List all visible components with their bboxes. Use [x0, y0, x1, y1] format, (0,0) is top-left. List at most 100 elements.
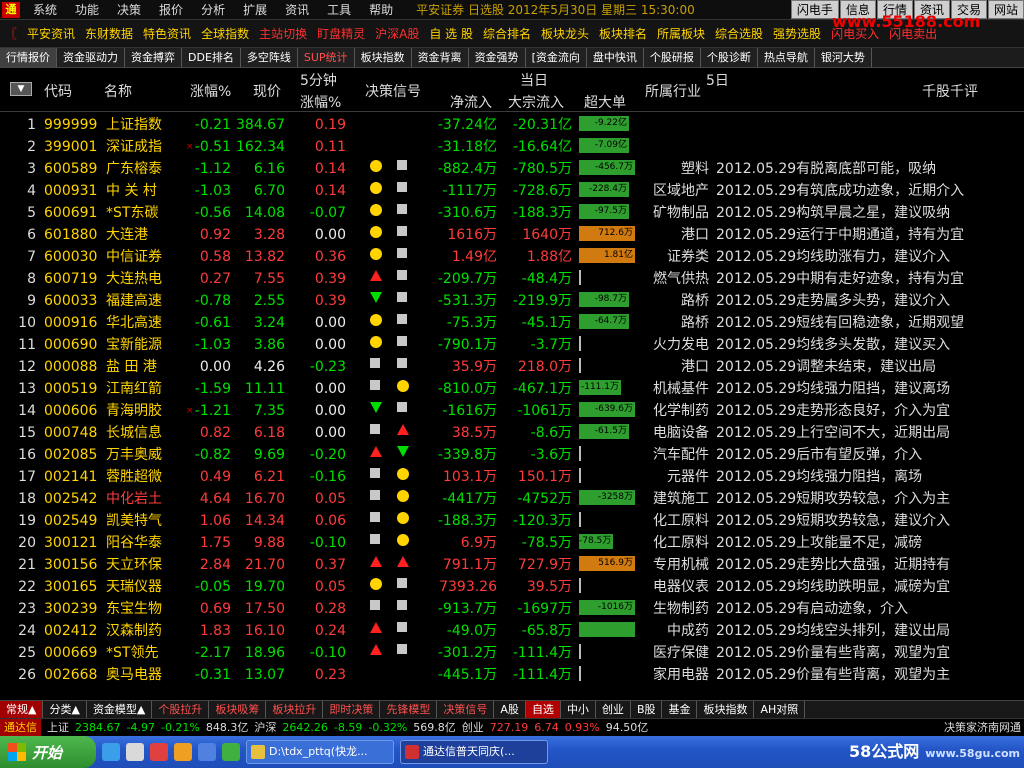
toolbar-item[interactable]: 自 选 股 [424, 20, 478, 47]
category-tab[interactable]: 自选 [525, 701, 561, 718]
toolbar-item[interactable]: 全球指数 [196, 20, 254, 47]
view-tab[interactable]: 多空阵线 [240, 48, 298, 67]
col-header-5min[interactable]: 5分钟 [300, 70, 337, 90]
col-header-net-inflow[interactable]: 净流入 [450, 92, 492, 112]
table-row[interactable]: 11 000690 宝新能源 -1.03 3.86 0.00 -790.1万 -3.7万 火力发… [0, 334, 1024, 356]
table-row[interactable]: 25 000669 *ST领先 -2.17 18.96 -0.10 -301.2万 -111.… [0, 642, 1024, 664]
table-row[interactable]: 20 300121 阳谷华泰 1.75 9.88 -0.10 6.9万 -78.5万 -78.5… [0, 532, 1024, 554]
category-tab[interactable]: 创业 [596, 701, 631, 718]
category-tab[interactable]: 分类▲ [43, 701, 87, 718]
col-header-comment[interactable]: 千股千评 [922, 81, 978, 101]
menu-item[interactable]: 帮助 [360, 0, 402, 20]
view-tab[interactable]: 个股诊断 [700, 48, 758, 67]
table-row[interactable]: 4 000931 中 关 村 -1.03 6.70 0.14 -1117万 -728.6万 -2… [0, 180, 1024, 202]
category-tab[interactable]: B股 [631, 701, 663, 718]
table-row[interactable]: 23 300239 东宝生物 0.69 17.50 0.28 -913.7万 -1697万 -1… [0, 598, 1024, 620]
table-row[interactable]: 3 600589 广东榕泰 -1.12 6.16 0.14 -882.4万 -780.5万 -4… [0, 158, 1024, 180]
view-tab[interactable]: 资金强势 [468, 48, 526, 67]
chart-icon[interactable] [198, 743, 216, 761]
menu-item[interactable]: 决策 [108, 0, 150, 20]
table-row[interactable]: 17 002141 蓉胜超微 0.49 6.21 -0.16 103.1万 150.1万 元器件… [0, 466, 1024, 488]
table-row[interactable]: 26 002668 奥马电器 -0.31 13.07 0.23 -445.1万 -111.4万… [0, 664, 1024, 686]
table-row[interactable]: 15 000748 长城信息 0.82 6.18 0.00 38.5万 -8.6万 -61.5万… [0, 422, 1024, 444]
table-row[interactable]: 10 000916 华北高速 -0.61 3.24 0.00 -75.3万 -45.1万 -64… [0, 312, 1024, 334]
menu-item[interactable]: 功能 [66, 0, 108, 20]
view-tab[interactable]: 个股研报 [643, 48, 701, 67]
toolbar-item[interactable]: 平安资讯 [22, 20, 80, 47]
col-header-change[interactable]: 涨幅% [190, 81, 231, 101]
toolbar-item[interactable]: 强势选股 [768, 20, 826, 47]
status-server[interactable]: 决策家济南网通 [941, 719, 1024, 736]
menu-item[interactable]: 系统 [24, 0, 66, 20]
category-tab[interactable]: 个股拉升 [152, 701, 210, 718]
col-header-bulk-inflow[interactable]: 大宗流入 [508, 92, 564, 112]
table-row[interactable]: 5 600691 *ST东碳 -0.56 14.08 -0.07 -310.6万 -188.3… [0, 202, 1024, 224]
taskbar-item-folder[interactable]: D:\tdx_pttq(快龙... [246, 740, 394, 764]
category-tab[interactable]: 板块指数 [697, 701, 755, 718]
table-row[interactable]: 9 600033 福建高速 -0.78 2.55 0.39 -531.3万 -219.9万 -9… [0, 290, 1024, 312]
table-row[interactable]: 19 002549 凯美特气 1.06 14.34 0.06 -188.3万 -120.3万 化… [0, 510, 1024, 532]
table-row[interactable]: 8 600719 大连热电 0.27 7.55 0.39 -209.7万 -48.4万 燃气供热… [0, 268, 1024, 290]
menu-item[interactable]: 资讯 [276, 0, 318, 20]
col-header-decision-signal[interactable]: 决策信号 [365, 81, 421, 101]
view-tab[interactable]: 热点导航 [757, 48, 815, 67]
view-tab[interactable]: 资金背离 [411, 48, 469, 67]
start-button[interactable]: 开始 [0, 736, 96, 768]
table-row[interactable]: 18 002542 中化岩土 4.64 16.70 0.05 -4417万 -4752万 -32… [0, 488, 1024, 510]
toolbar-item[interactable]: 特色资讯 [138, 20, 196, 47]
toolbar-item[interactable]: 东财数据 [80, 20, 138, 47]
menu-item[interactable]: 报价 [150, 0, 192, 20]
col-header-industry[interactable]: 所属行业 [645, 81, 701, 101]
toolbar-item[interactable]: 盯盘精灵 [312, 20, 370, 47]
table-row[interactable]: 24 002412 汉森制药 1.83 16.10 0.24 -49.0万 -65.8万 中成药… [0, 620, 1024, 642]
table-row[interactable]: 21 300156 天立环保 2.84 21.70 0.37 791.1万 727.9万 516… [0, 554, 1024, 576]
toolbar-item[interactable]: 综合排名 [478, 20, 536, 47]
menu-item[interactable]: 工具 [318, 0, 360, 20]
category-tab[interactable]: 基金 [662, 701, 698, 718]
table-row[interactable]: 12 000088 盐 田 港 0.00 4.26 -0.23 35.9万 218.0万 港口 2… [0, 356, 1024, 378]
category-tab[interactable]: 即时决策 [323, 701, 381, 718]
view-tab[interactable]: 银河大势 [814, 48, 872, 67]
tdx-icon[interactable] [174, 743, 192, 761]
toolbar-item[interactable]: 主站切换 [254, 20, 312, 47]
table-row[interactable]: 2 399001 深证成指 × -0.51 162.34 0.11 -31.18亿 -16.64… [0, 136, 1024, 158]
category-tab[interactable]: 资金模型▲ [87, 701, 153, 718]
table-row[interactable]: 13 000519 江南红箭 -1.59 11.11 0.00 -810.0万 -467.1万… [0, 378, 1024, 400]
menubar-button[interactable]: 网站 [987, 0, 1024, 19]
category-tab[interactable]: 中小 [561, 701, 596, 718]
category-tab[interactable]: 决策信号 [437, 701, 495, 718]
sort-dropdown-button[interactable]: ▼ [10, 82, 32, 96]
app-icon[interactable] [222, 743, 240, 761]
view-tab[interactable]: 盘中快讯 [586, 48, 644, 67]
taskbar-item-tdx[interactable]: 通达信普天同庆(... [400, 740, 548, 764]
ie-icon[interactable] [102, 743, 120, 761]
view-tab[interactable]: 资金搏弈 [125, 48, 182, 67]
view-tab[interactable]: 行情报价 [0, 48, 57, 67]
col-header-name[interactable]: 名称 [104, 81, 132, 101]
table-row[interactable]: 16 002085 万丰奥威 -0.82 9.69 -0.20 -339.8万 -3.6万 汽车… [0, 444, 1024, 466]
col-header-code[interactable]: 代码 [44, 81, 72, 101]
view-tab[interactable]: 资金驱动力 [57, 48, 125, 67]
toolbar-item[interactable]: 综合选股 [710, 20, 768, 47]
col-header-super-big-order[interactable]: 超大单 [584, 92, 626, 112]
category-tab[interactable]: 先锋模型 [380, 701, 438, 718]
col-header-5min-change[interactable]: 涨幅% [300, 92, 341, 112]
toolbar-item[interactable]: 所属板块 [652, 20, 710, 47]
desktop-icon[interactable] [126, 743, 144, 761]
category-tab[interactable]: 板块拉升 [266, 701, 324, 718]
table-row[interactable]: 6 601880 大连港 0.92 3.28 0.00 1616万 1640万 712.6万 港口… [0, 224, 1024, 246]
view-tab[interactable]: [资金流向 [525, 48, 587, 67]
table-row[interactable]: 14 000606 青海明胶 × -1.21 7.35 0.00 -1616万 -1061万 -6… [0, 400, 1024, 422]
category-tab[interactable]: A股 [494, 701, 526, 718]
view-tab[interactable]: DDE排名 [182, 48, 241, 67]
menu-item[interactable]: 扩展 [234, 0, 276, 20]
category-tab[interactable]: AH对照 [754, 701, 806, 718]
view-tab[interactable]: SUP统计 [297, 48, 355, 67]
toolbar-item[interactable]: 板块龙头 [536, 20, 594, 47]
table-row[interactable]: 1 999999 上证指数 -0.21 384.67 0.19 -37.24亿 -20.31亿… [0, 114, 1024, 136]
category-tab[interactable]: 板块吸筹 [209, 701, 267, 718]
col-header-price[interactable]: 现价 [253, 81, 281, 101]
category-tab[interactable]: 常规▲ [0, 701, 44, 718]
table-row[interactable]: 7 600030 中信证券 0.58 13.82 0.36 1.49亿 1.88亿 1.81亿 证… [0, 246, 1024, 268]
media-icon[interactable] [150, 743, 168, 761]
